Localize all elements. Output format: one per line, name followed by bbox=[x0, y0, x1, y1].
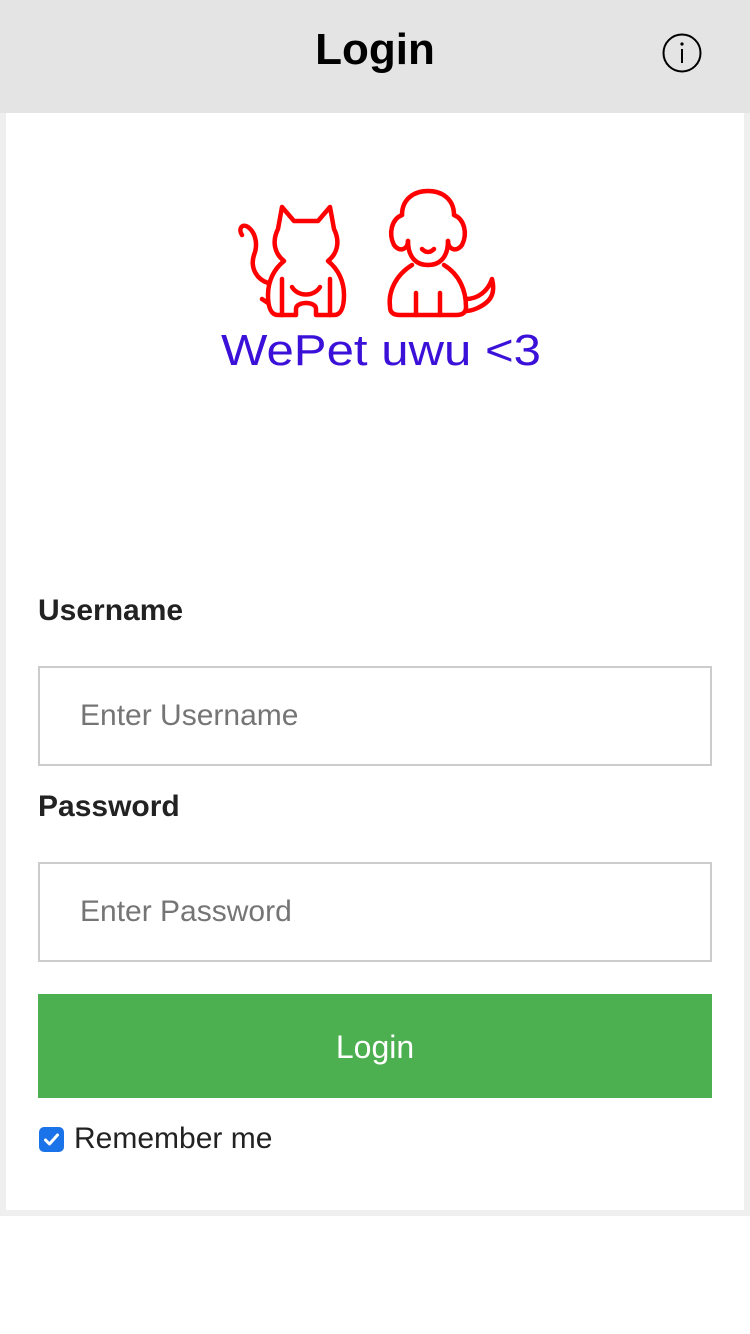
logo: WePet uwu <3 bbox=[216, 183, 546, 383]
password-label: Password bbox=[38, 790, 180, 823]
cat-and-dog-logo: WePet uwu <3 bbox=[221, 188, 541, 375]
checkmark-icon bbox=[44, 1133, 59, 1145]
remember-me-label: Remember me bbox=[74, 1122, 273, 1155]
username-input[interactable] bbox=[38, 666, 712, 766]
logo-wordmark: WePet uwu <3 bbox=[221, 326, 541, 375]
remember-me[interactable]: Remember me bbox=[39, 1119, 272, 1159]
page-title: Login bbox=[315, 25, 435, 74]
info-icon[interactable] bbox=[662, 33, 702, 73]
username-label: Username bbox=[38, 594, 184, 627]
password-input[interactable] bbox=[38, 862, 712, 962]
login-page: Login WePet uwu <3 Username Enter Userna… bbox=[0, 0, 750, 1334]
login-card: WePet uwu <3 Username Password Login Rem… bbox=[6, 113, 744, 1210]
header-bar: Login bbox=[0, 0, 750, 113]
login-button[interactable]: Login bbox=[38, 994, 712, 1098]
content-frame: WePet uwu <3 Username Password Login Rem… bbox=[0, 113, 750, 1216]
remember-me-checkbox[interactable] bbox=[39, 1126, 64, 1152]
